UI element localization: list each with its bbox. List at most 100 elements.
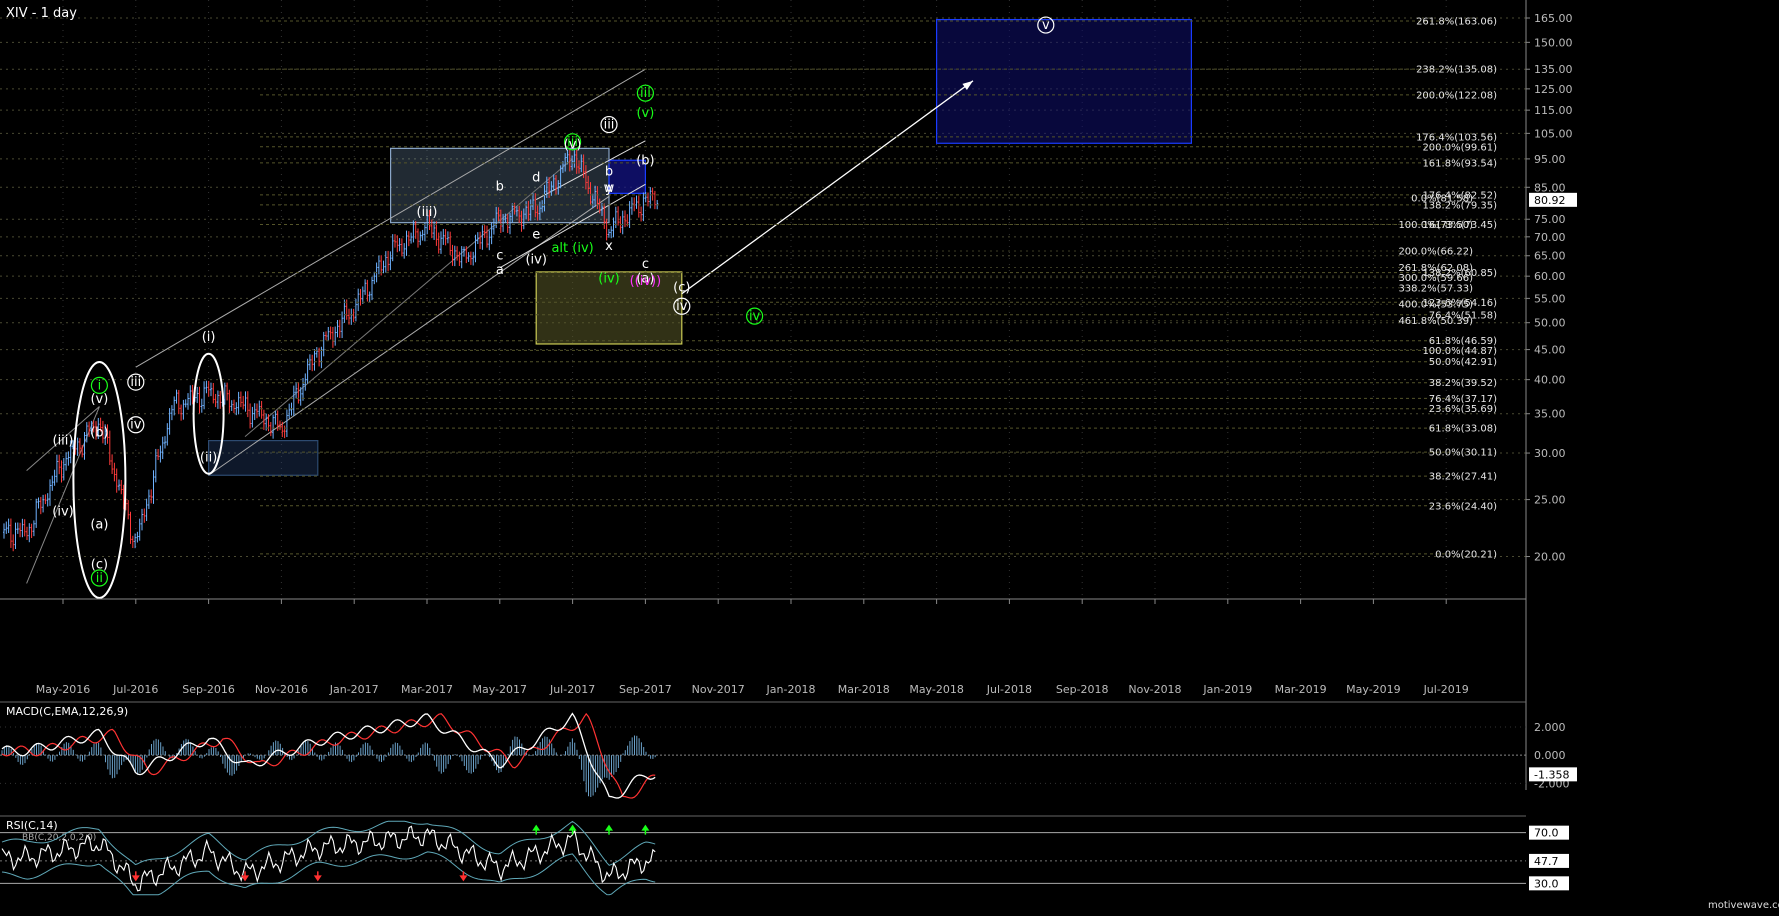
x-tick-label: Nov-2017 (692, 683, 745, 696)
fib-label: 0.0%(20.21) (1435, 549, 1497, 560)
y-tick-label: 55.00 (1534, 292, 1566, 305)
y-tick-label: 45.00 (1534, 344, 1566, 357)
wave-label: (iv) (525, 253, 546, 268)
fib-label: 23.6%(35.69) (1429, 404, 1497, 415)
x-tick-label: May-2019 (1346, 683, 1401, 696)
last-price-label: 80.92 (1534, 194, 1566, 207)
wave-label: b (496, 179, 504, 194)
macd-title: MACD(C,EMA,12,26,9) (6, 705, 128, 718)
wave-label: (iii) (53, 434, 74, 449)
fib-label: 50.0%(42.91) (1429, 357, 1497, 368)
watermark: motivewave.com (1708, 900, 1779, 911)
fib-label: 38.2%(39.52) (1429, 378, 1497, 389)
fib-label: 261.8%(163.06) (1416, 17, 1497, 28)
wave-label: (i) (202, 330, 216, 345)
wave-label: (iii) (417, 205, 438, 220)
wave-label: (v) (90, 392, 108, 407)
x-tick-label: Jul-2019 (1423, 683, 1469, 696)
rsi-tick-label: 70.0 (1534, 827, 1559, 840)
x-tick-label: Jan-2017 (329, 683, 379, 696)
wave-label: iv (130, 418, 142, 433)
y-tick-label: 20.00 (1534, 551, 1566, 564)
y-tick-label: 85.00 (1534, 181, 1566, 194)
fib-label: 461.8%(50.39) (1398, 316, 1473, 327)
x-tick-label: Jan-2018 (766, 683, 816, 696)
wave-label: iv (676, 299, 688, 314)
x-tick-label: Sep-2017 (619, 683, 672, 696)
y-tick-label: 40.00 (1534, 374, 1566, 387)
fib-label: 76.4%(37.17) (1429, 394, 1497, 405)
wave-label: e (532, 228, 540, 243)
macd-tick: 0.000 (1534, 749, 1566, 762)
fib-label: 23.6%(24.40) (1429, 501, 1497, 512)
y-tick-label: 135.00 (1534, 63, 1573, 76)
x-tick-label: May-2016 (36, 683, 91, 696)
wave-label: v (1042, 18, 1050, 33)
x-tick-label: Nov-2018 (1128, 683, 1181, 696)
wave-label: (b) (90, 426, 108, 441)
wave-label: (iv) (598, 272, 619, 287)
x-tick-label: Sep-2018 (1056, 683, 1109, 696)
wave-label: a (496, 263, 504, 278)
y-tick-label: 115.00 (1534, 104, 1573, 117)
fib-label: 400.0%(53.75) (1398, 300, 1473, 311)
rsi-tick-label: 30.0 (1534, 877, 1559, 890)
macd-tick: 2.000 (1534, 721, 1566, 734)
wave-label: (iv) (52, 504, 73, 519)
fib-label: 100.0%(44.87) (1422, 346, 1497, 357)
wave-label: (a) (90, 518, 108, 533)
rsi-title: RSI(C,14) (6, 819, 58, 832)
target-zone-v (935, 18, 1192, 144)
x-tick-label: Nov-2016 (255, 683, 308, 696)
x-tick-label: Mar-2018 (838, 683, 890, 696)
wave-label: (b) (636, 153, 654, 168)
y-tick-label: 70.00 (1534, 231, 1566, 244)
fib-label: 38.2%(27.41) (1429, 472, 1497, 483)
wave-label: b (605, 165, 613, 180)
wave-label: alt (iv) (551, 241, 593, 256)
wave-label: iii (640, 86, 651, 101)
fib-label: 200.0%(66.22) (1398, 246, 1473, 257)
wave-label: d (532, 170, 540, 185)
y-tick-label: 25.00 (1534, 494, 1566, 507)
wave-label: (c) (673, 281, 690, 296)
y-tick-label: 105.00 (1534, 127, 1573, 140)
y-tick-label: 150.00 (1534, 36, 1573, 49)
xiv-chart-svg: 261.8%(163.06) 238.2%(135.08) 200.0%(122.0… (0, 0, 1779, 912)
wave-label: iii (130, 375, 141, 390)
x-tick-label: Mar-2019 (1275, 683, 1327, 696)
y-tick-label: 65.00 (1534, 250, 1566, 263)
wave-label: (v) (564, 137, 582, 152)
wave-label: x (605, 239, 613, 254)
macd-last-label: -1.358 (1534, 768, 1569, 781)
x-tick-label: Mar-2017 (401, 683, 453, 696)
y-tick-label: 60.00 (1534, 270, 1566, 283)
chart-area[interactable]: 261.8%(163.06) 238.2%(135.08) 200.0%(122.0… (0, 0, 1779, 912)
wave-label: (ii) (200, 451, 217, 466)
wave-label: ((iv)) (630, 274, 662, 289)
small-box (208, 440, 319, 476)
fib-label: 61.8%(33.08) (1429, 424, 1497, 435)
y-tick-label: 165.00 (1534, 12, 1573, 25)
wave-label: c (642, 257, 649, 272)
y-tick-label: 35.00 (1534, 408, 1566, 421)
x-tick-label: Sep-2016 (182, 683, 235, 696)
wave-label: (v) (636, 106, 654, 121)
chart-title: XIV - 1 day (6, 6, 77, 21)
x-tick-label: May-2017 (473, 683, 528, 696)
fib-label: 50.0%(30.11) (1429, 448, 1497, 459)
y-tick-label: 50.00 (1534, 317, 1566, 330)
wave-label: iv (749, 309, 761, 324)
fib-label: 200.0%(122.08) (1416, 90, 1497, 101)
y-tick-label: 95.00 (1534, 153, 1566, 166)
wave-label: iii (604, 118, 615, 133)
y-tick-label: 30.00 (1534, 447, 1566, 460)
fib-label: 100.0%(73.50) (1398, 220, 1473, 231)
wave-label: ii (96, 571, 103, 586)
x-tick-label: Jul-2018 (986, 683, 1032, 696)
fib-label: 338.2%(57.33) (1398, 283, 1473, 294)
x-tick-label: May-2018 (909, 683, 964, 696)
wave-label: y (605, 181, 613, 196)
fib-label: 0.0%(81.58) (1411, 193, 1473, 204)
rsi-tick-label: 47.7 (1534, 855, 1559, 868)
